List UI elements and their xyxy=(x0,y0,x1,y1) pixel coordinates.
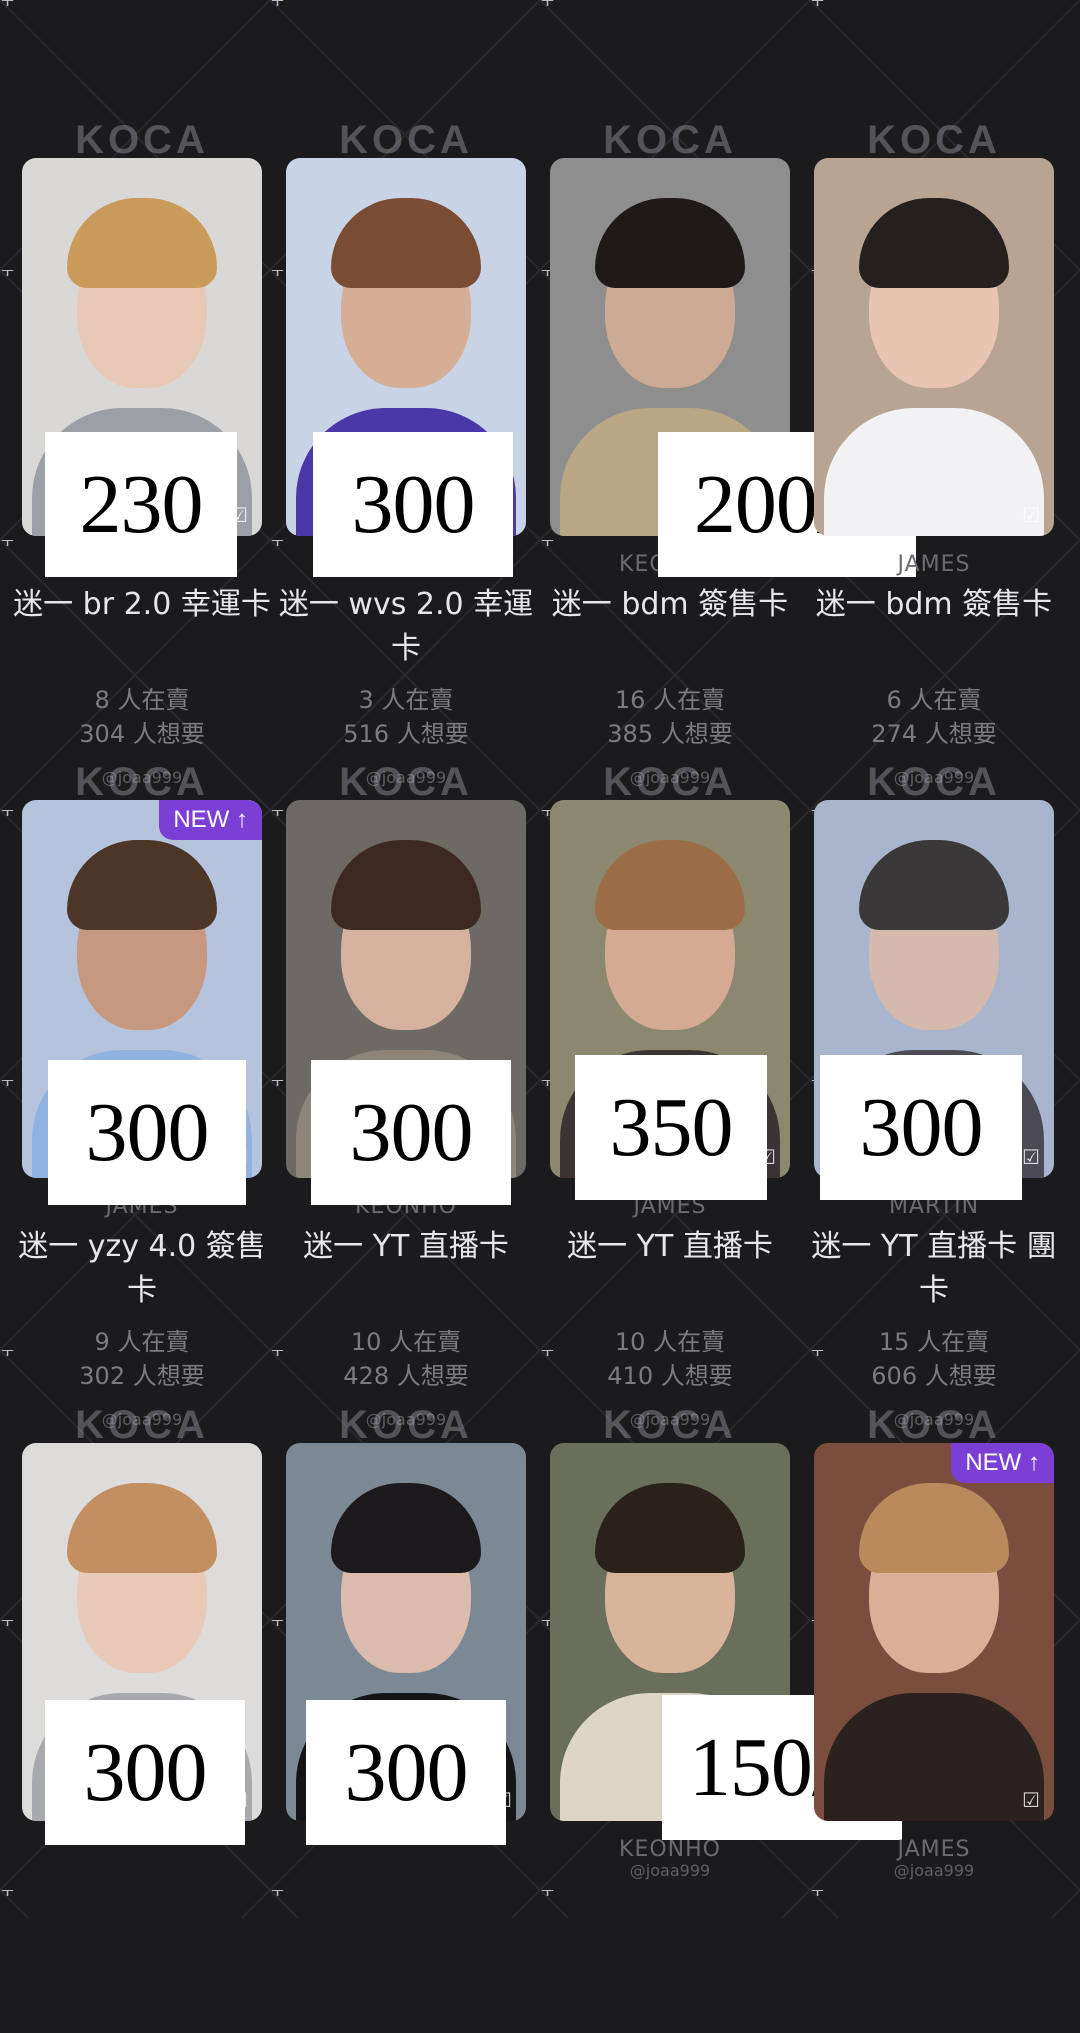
sellers-count: 16 人在賣 xyxy=(614,686,726,714)
sellers-count: 10 人在賣 xyxy=(350,1328,462,1356)
price-text: 300 xyxy=(351,458,476,551)
card-title[interactable]: 迷一 YT 直播卡 xyxy=(276,1225,536,1269)
checkbox-icon[interactable]: ☑ xyxy=(1020,504,1042,526)
price-text: 300 xyxy=(85,1086,210,1179)
price-label: 300 xyxy=(311,1060,511,1205)
wanters-count: 274 人想要 xyxy=(871,720,997,748)
koca-watermark: KOCA xyxy=(75,1403,209,1447)
price-text: 300 xyxy=(83,1726,208,1819)
price-label: 300 xyxy=(820,1055,1022,1200)
card-title[interactable]: 迷一 YT 直播卡 團卡 xyxy=(804,1225,1064,1313)
card-title[interactable]: 迷一 yzy 4.0 簽售卡 xyxy=(12,1225,272,1313)
koca-watermark: KOCA xyxy=(339,118,473,162)
price-text: 300 xyxy=(349,1086,474,1179)
card-title[interactable]: 迷一 br 2.0 幸運卡 xyxy=(12,583,272,627)
wanters-count: 385 人想要 xyxy=(607,720,733,748)
koca-watermark: KOCA xyxy=(603,118,737,162)
member-name: JAMES xyxy=(897,1837,971,1862)
price-label: 350 xyxy=(575,1055,767,1200)
member-name: JAMES xyxy=(897,552,971,577)
person-hair xyxy=(67,1483,217,1573)
sellers-count: 15 人在賣 xyxy=(878,1328,990,1356)
wanters-count: 302 人想要 xyxy=(79,1362,205,1390)
checkbox-icon[interactable]: ☑ xyxy=(1020,1146,1042,1168)
koca-watermark: KOCA xyxy=(339,760,473,804)
person-hair xyxy=(67,840,217,930)
koca-watermark: KOCA xyxy=(867,118,1001,162)
handle-watermark: @joaa999 xyxy=(629,1861,711,1880)
person-hair xyxy=(67,198,217,288)
price-label: 300 xyxy=(313,432,513,577)
card-title[interactable]: 迷一 wvs 2.0 幸運卡 xyxy=(276,583,536,671)
person-hair xyxy=(859,198,1009,288)
person-hair xyxy=(331,840,481,930)
wanters-count: 410 人想要 xyxy=(607,1362,733,1390)
price-label: 300 xyxy=(48,1060,246,1205)
koca-watermark: KOCA xyxy=(339,1403,473,1447)
card-title[interactable]: 迷一 YT 直播卡 xyxy=(540,1225,800,1269)
photocard-grid: ☑ KOCA 迷一 br 2.0 幸運卡 8 人在賣 304 人想要 @joaa999 23… xyxy=(0,0,1080,1918)
photocard-image[interactable]: ☑ NEW ↑ xyxy=(814,1443,1054,1821)
person-clothing xyxy=(824,1693,1044,1821)
koca-watermark: KOCA xyxy=(75,760,209,804)
person-hair xyxy=(331,198,481,288)
card-title[interactable]: 迷一 bdm 簽售卡 xyxy=(540,583,800,627)
person-hair xyxy=(595,198,745,288)
price-label: 300 xyxy=(306,1700,506,1845)
wanters-count: 606 人想要 xyxy=(871,1362,997,1390)
price-text: 300 xyxy=(859,1081,984,1174)
checkbox-icon[interactable]: ☑ xyxy=(1020,1789,1042,1811)
price-text: 300 xyxy=(344,1726,469,1819)
person-hair xyxy=(859,1483,1009,1573)
sellers-count: 9 人在賣 xyxy=(94,1328,190,1356)
wanters-count: 304 人想要 xyxy=(79,720,205,748)
price-text: 350 xyxy=(609,1081,734,1174)
person-hair xyxy=(595,1483,745,1573)
person-hair xyxy=(859,840,1009,930)
sellers-count: 10 人在賣 xyxy=(614,1328,726,1356)
price-label: 300 xyxy=(45,1700,245,1845)
card-title[interactable]: 迷一 bdm 簽售卡 xyxy=(804,583,1064,627)
photocard-listing[interactable]: ☑ KOCA JAMES 迷一 bdm 簽售卡 6 人在賣 274 人想要 @joaa999 xyxy=(814,118,1054,787)
sellers-count: 3 人在賣 xyxy=(358,686,454,714)
wanters-count: 516 人想要 xyxy=(343,720,469,748)
photocard-listing[interactable]: ☑ NEW ↑ KOCA JAMES @joaa999 xyxy=(814,1403,1054,2033)
price-label: 230 xyxy=(45,432,237,577)
photocard-image[interactable]: ☑ xyxy=(814,158,1054,536)
koca-watermark: KOCA xyxy=(603,1403,737,1447)
sellers-count: 6 人在賣 xyxy=(886,686,982,714)
koca-watermark: KOCA xyxy=(75,118,209,162)
new-badge: NEW ↑ xyxy=(159,800,262,840)
member-name: KEONHO xyxy=(619,1837,721,1862)
person-hair xyxy=(595,840,745,930)
wanters-count: 428 人想要 xyxy=(343,1362,469,1390)
price-text: 230 xyxy=(79,458,204,551)
sellers-count: 8 人在賣 xyxy=(94,686,190,714)
koca-watermark: KOCA xyxy=(603,760,737,804)
koca-watermark: KOCA xyxy=(867,760,1001,804)
new-badge: NEW ↑ xyxy=(951,1443,1054,1483)
person-clothing xyxy=(824,408,1044,536)
handle-watermark: @joaa999 xyxy=(893,1861,975,1880)
person-hair xyxy=(331,1483,481,1573)
koca-watermark: KOCA xyxy=(867,1403,1001,1447)
